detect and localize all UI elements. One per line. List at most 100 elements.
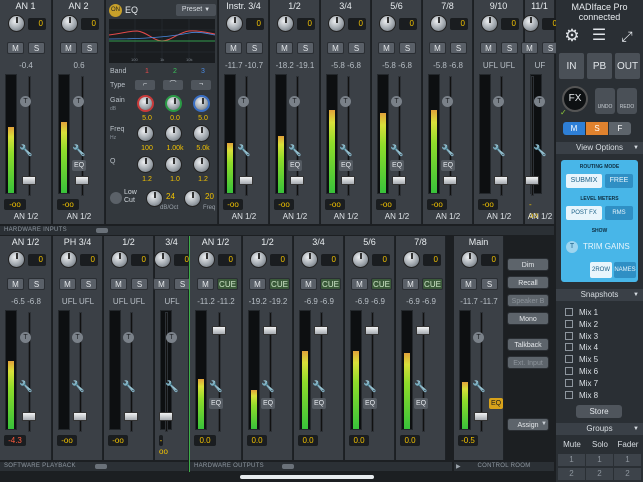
snapshot-checkbox[interactable]	[565, 319, 573, 328]
eq-tag[interactable]: EQ	[363, 398, 377, 409]
wrench-icon[interactable]: 🔧	[363, 380, 377, 394]
trim-button[interactable]: T	[391, 96, 402, 107]
eq-type-lowshelf-button[interactable]: ⌐	[135, 80, 155, 90]
gain-knob[interactable]	[481, 15, 498, 32]
mute-button[interactable]: M	[378, 42, 395, 54]
post-fx-button[interactable]: POST FX	[566, 206, 602, 220]
trim-button[interactable]: T	[238, 96, 249, 107]
channel-name[interactable]: PH 3/4	[53, 236, 102, 248]
mute-button[interactable]: M	[249, 278, 266, 290]
fader-handle[interactable]	[494, 176, 508, 185]
nav-pb-button[interactable]: PB	[586, 52, 613, 80]
eq-freq-knob-1[interactable]	[137, 125, 154, 142]
gain-knob[interactable]	[277, 15, 294, 32]
wrench-icon[interactable]: 🔧	[288, 144, 302, 158]
eq-on-button[interactable]: ON	[109, 4, 122, 17]
mute-button[interactable]: M	[110, 278, 127, 290]
snapshot-checkbox[interactable]	[565, 355, 573, 364]
groups-solo-2[interactable]: 2	[586, 468, 613, 480]
channel-name[interactable]: 7/8	[423, 0, 472, 12]
trim-button[interactable]: T	[442, 96, 453, 107]
mute-button[interactable]: M	[197, 278, 214, 290]
solo-button[interactable]: S	[81, 42, 98, 54]
fader-handle[interactable]	[75, 176, 89, 185]
trim-button[interactable]: T	[20, 96, 31, 107]
rms-button[interactable]: RMS	[605, 206, 633, 220]
fullscreen-icon[interactable]: ⤢	[617, 26, 637, 46]
trim-button[interactable]: T	[73, 96, 84, 107]
mute-button[interactable]: M	[327, 42, 344, 54]
snapshot-checkbox[interactable]	[565, 331, 573, 340]
fader-handle[interactable]	[159, 412, 173, 421]
gain-knob[interactable]	[301, 251, 318, 268]
groups-mute-1[interactable]: 1	[558, 454, 585, 466]
gain-knob[interactable]	[403, 251, 420, 268]
lowcut-freq-knob[interactable]	[184, 190, 201, 207]
wrench-icon[interactable]: 🔧	[390, 144, 404, 158]
main-eq-tag[interactable]: EQ	[489, 398, 503, 409]
eq-preset-dropdown[interactable]: Preset ▼	[176, 4, 216, 16]
snapshot-item[interactable]: Mix 1	[561, 307, 641, 318]
mute-button[interactable]: M	[460, 278, 477, 290]
groups-fader-2[interactable]: 2	[614, 468, 641, 480]
lowcut-on-button[interactable]	[110, 192, 122, 204]
gain-knob[interactable]	[61, 15, 78, 32]
snapshot-checkbox[interactable]	[565, 343, 573, 352]
eq-type-peak-button[interactable]: ⌒	[163, 80, 183, 90]
mute-button[interactable]: M	[521, 42, 538, 54]
cue-button[interactable]: CUE	[371, 278, 392, 290]
eq-graph[interactable]: 100 1k 10k	[109, 19, 215, 63]
trim-button[interactable]: T	[473, 332, 484, 343]
solo-button[interactable]: S	[501, 42, 518, 54]
mute-button[interactable]: M	[402, 278, 419, 290]
control-room-collapse-icon[interactable]: ▶	[456, 463, 461, 470]
snapshot-item[interactable]: Mix 6	[561, 366, 641, 377]
msf-s-button[interactable]: S	[586, 122, 608, 135]
free-button[interactable]: FREE	[605, 174, 633, 188]
snapshot-item[interactable]: Mix 7	[561, 378, 641, 389]
fader-handle[interactable]	[443, 176, 457, 185]
wrench-icon[interactable]: 🔧	[19, 380, 33, 394]
2row-button[interactable]: 2ROW	[590, 262, 612, 278]
solo-button[interactable]: S	[246, 42, 263, 54]
hardware-inputs-scrollbar[interactable]	[96, 228, 108, 233]
gain-knob[interactable]	[154, 251, 171, 268]
fader-handle[interactable]	[22, 412, 36, 421]
solo-button[interactable]: S	[80, 278, 97, 290]
gain-knob[interactable]	[352, 251, 369, 268]
wrench-icon[interactable]: 🔧	[165, 380, 179, 394]
gain-knob[interactable]	[461, 251, 478, 268]
gain-knob[interactable]	[226, 15, 243, 32]
redo-button[interactable]: REDO	[617, 88, 637, 114]
nav-in-button[interactable]: IN	[558, 52, 585, 80]
fader-handle[interactable]	[392, 176, 406, 185]
names-button[interactable]: NAMES	[614, 262, 636, 278]
wrench-icon[interactable]: 🔧	[339, 144, 353, 158]
mute-button[interactable]: M	[429, 42, 446, 54]
output-routing-label[interactable]: AN 1/2	[474, 212, 524, 221]
trim-button[interactable]: T	[166, 332, 177, 343]
gain-knob[interactable]	[198, 251, 215, 268]
mute-button[interactable]: M	[351, 278, 368, 290]
snapshot-item[interactable]: Mix 8	[561, 390, 641, 401]
nav-out-button[interactable]: OUT	[614, 52, 641, 80]
solo-button[interactable]: S	[131, 278, 148, 290]
fader-handle[interactable]	[212, 326, 226, 335]
gain-knob[interactable]	[328, 15, 345, 32]
groups-header[interactable]: Groups ▼	[556, 423, 643, 435]
eq-type-highshelf-button[interactable]: ¬	[191, 80, 211, 90]
control-room-button-speaker-b[interactable]: Speaker B	[507, 294, 549, 307]
snapshot-checkbox[interactable]	[565, 367, 573, 375]
mute-button[interactable]: M	[7, 42, 24, 54]
wrench-icon[interactable]: 🔧	[261, 380, 275, 394]
fader-handle[interactable]	[314, 326, 328, 335]
wrench-icon[interactable]: 🔧	[71, 380, 85, 394]
snapshot-item[interactable]: Mix 3	[561, 331, 641, 342]
fader-handle[interactable]	[73, 412, 87, 421]
mute-button[interactable]: M	[276, 42, 293, 54]
channel-name[interactable]: 11/1	[525, 0, 554, 12]
solo-button[interactable]: S	[481, 278, 498, 290]
output-routing-label[interactable]: AN 1/2	[219, 212, 269, 221]
mute-button[interactable]: M	[153, 278, 170, 290]
store-button[interactable]: Store	[576, 405, 622, 418]
